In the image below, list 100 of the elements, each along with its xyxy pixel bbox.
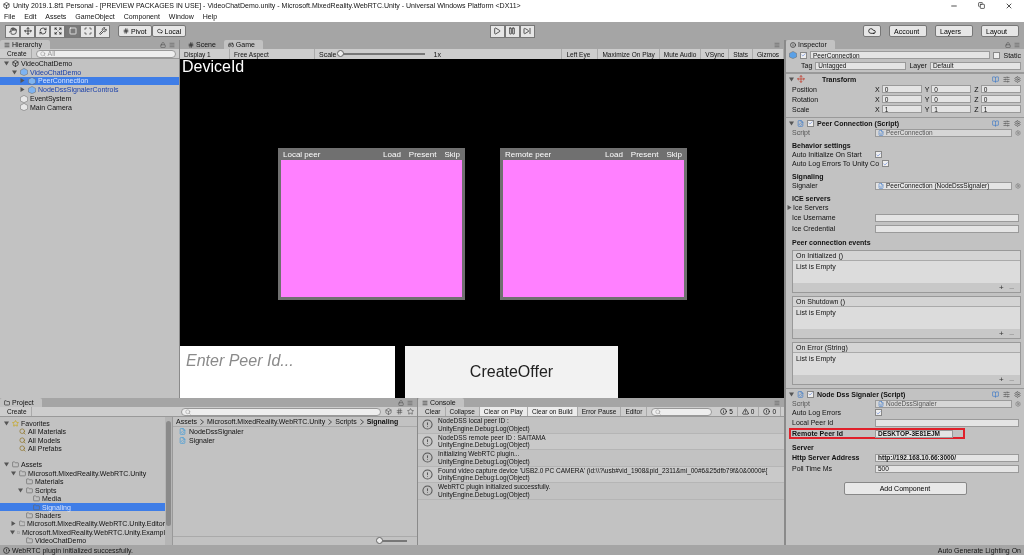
text-field[interactable] bbox=[875, 418, 1019, 427]
checkbox[interactable] bbox=[807, 119, 814, 127]
script-file-icon bbox=[179, 437, 186, 444]
info-icon bbox=[422, 419, 433, 431]
panel-button[interactable]: Present bbox=[408, 149, 437, 159]
peer-id-field[interactable]: Enter Peer Id... bbox=[180, 346, 395, 398]
checkbox[interactable] bbox=[800, 51, 807, 59]
tool-button[interactable] bbox=[80, 24, 95, 38]
transform-icon bbox=[83, 27, 92, 35]
disclosure-arrow-icon[interactable] bbox=[11, 470, 16, 476]
disclosure-arrow-icon[interactable] bbox=[4, 420, 9, 426]
lock-icon bbox=[160, 41, 166, 48]
sliders-icon bbox=[1003, 119, 1010, 127]
tool-button[interactable] bbox=[50, 24, 65, 38]
checkbox[interactable] bbox=[875, 409, 882, 416]
panel-button[interactable]: Load bbox=[383, 149, 401, 159]
disclosure-arrow-icon[interactable] bbox=[789, 120, 794, 126]
search-field[interactable] bbox=[651, 407, 713, 416]
menu-icon bbox=[774, 399, 780, 406]
move-icon bbox=[23, 27, 32, 35]
script-icon bbox=[797, 119, 804, 127]
text-field[interactable] bbox=[875, 213, 1019, 222]
tool-button[interactable] bbox=[5, 24, 20, 38]
chevron-icon bbox=[328, 418, 333, 425]
settings-icon bbox=[1014, 75, 1021, 83]
menu-icon bbox=[407, 399, 413, 406]
tool-button[interactable] bbox=[20, 24, 35, 38]
create-offer-button[interactable]: CreateOffer bbox=[405, 346, 618, 398]
list-icon bbox=[4, 41, 10, 48]
menu-icon bbox=[169, 41, 175, 48]
info-icon bbox=[422, 452, 433, 464]
star-icon bbox=[12, 419, 19, 427]
disclosure-arrow-icon[interactable] bbox=[12, 69, 17, 75]
panel-button[interactable]: Skip bbox=[444, 149, 460, 159]
disclosure-arrow-icon[interactable] bbox=[10, 521, 16, 527]
sliders-icon bbox=[1003, 75, 1010, 83]
disclosure-arrow-icon[interactable] bbox=[10, 529, 15, 535]
info-icon bbox=[720, 408, 728, 415]
checkbox[interactable] bbox=[993, 51, 1001, 59]
scrollbar[interactable] bbox=[166, 421, 171, 526]
checkbox[interactable] bbox=[875, 151, 882, 158]
disclosure-arrow-icon[interactable] bbox=[20, 87, 25, 93]
script-icon bbox=[797, 390, 804, 398]
chevron-icon bbox=[200, 418, 204, 425]
game-icon bbox=[227, 41, 234, 48]
disclosure-arrow-icon[interactable] bbox=[18, 487, 23, 493]
info-icon bbox=[790, 41, 796, 48]
script-icon bbox=[878, 182, 884, 189]
menu-icon bbox=[774, 41, 780, 48]
disclosure-arrow-icon[interactable] bbox=[787, 205, 792, 210]
hand-icon bbox=[8, 27, 17, 35]
device-id-label: DeviceId bbox=[181, 59, 245, 75]
disclosure-arrow-icon[interactable] bbox=[4, 462, 9, 468]
star-icon bbox=[407, 408, 414, 415]
rect-icon bbox=[68, 27, 77, 35]
script-file-icon bbox=[179, 428, 186, 435]
add-button[interactable]: + bbox=[998, 329, 1004, 338]
info-icon bbox=[422, 468, 433, 480]
panel-title: Local peer bbox=[283, 149, 321, 159]
wrench-icon bbox=[98, 27, 107, 35]
check-icon bbox=[808, 391, 813, 397]
tool-button[interactable] bbox=[95, 24, 110, 38]
error-icon bbox=[763, 408, 771, 415]
script-icon bbox=[878, 129, 884, 136]
filter-type-icon bbox=[385, 408, 392, 415]
check-icon bbox=[808, 120, 813, 126]
check-icon bbox=[801, 52, 806, 58]
disclosure-arrow-icon[interactable] bbox=[789, 76, 794, 82]
panel-button[interactable]: Skip bbox=[666, 149, 682, 159]
info-icon bbox=[422, 485, 433, 497]
pause-icon bbox=[508, 27, 516, 35]
panel-button[interactable]: Load bbox=[605, 149, 623, 159]
chevron-icon bbox=[359, 418, 364, 425]
help-icon bbox=[992, 390, 999, 398]
cloud-button[interactable] bbox=[863, 25, 881, 37]
add-button[interactable]: + bbox=[998, 283, 1004, 292]
folder-icon bbox=[4, 399, 10, 406]
game-object-icon bbox=[789, 51, 797, 59]
settings-icon bbox=[1014, 390, 1021, 398]
text-field[interactable] bbox=[875, 224, 1019, 233]
checkbox[interactable] bbox=[882, 160, 890, 167]
settings-icon bbox=[1014, 119, 1021, 127]
disclosure-arrow-icon[interactable] bbox=[789, 391, 794, 397]
step-icon bbox=[523, 27, 531, 35]
panel-button[interactable]: Present bbox=[630, 149, 659, 159]
search-field[interactable] bbox=[181, 407, 381, 416]
slider-thumb[interactable] bbox=[336, 50, 344, 57]
restore-icon bbox=[978, 2, 985, 9]
checkbox[interactable] bbox=[807, 390, 814, 398]
playback-button[interactable] bbox=[489, 24, 505, 38]
lock-icon bbox=[1005, 41, 1011, 48]
check-icon bbox=[876, 409, 881, 416]
disclosure-arrow-icon[interactable] bbox=[4, 60, 9, 66]
add-button[interactable]: + bbox=[998, 375, 1004, 384]
transform-icon bbox=[797, 75, 805, 83]
menu-icon bbox=[1014, 41, 1020, 48]
sliders-icon bbox=[1003, 390, 1010, 398]
slider-thumb[interactable] bbox=[376, 537, 383, 544]
tool-button[interactable] bbox=[35, 24, 50, 38]
play-icon bbox=[493, 27, 501, 35]
